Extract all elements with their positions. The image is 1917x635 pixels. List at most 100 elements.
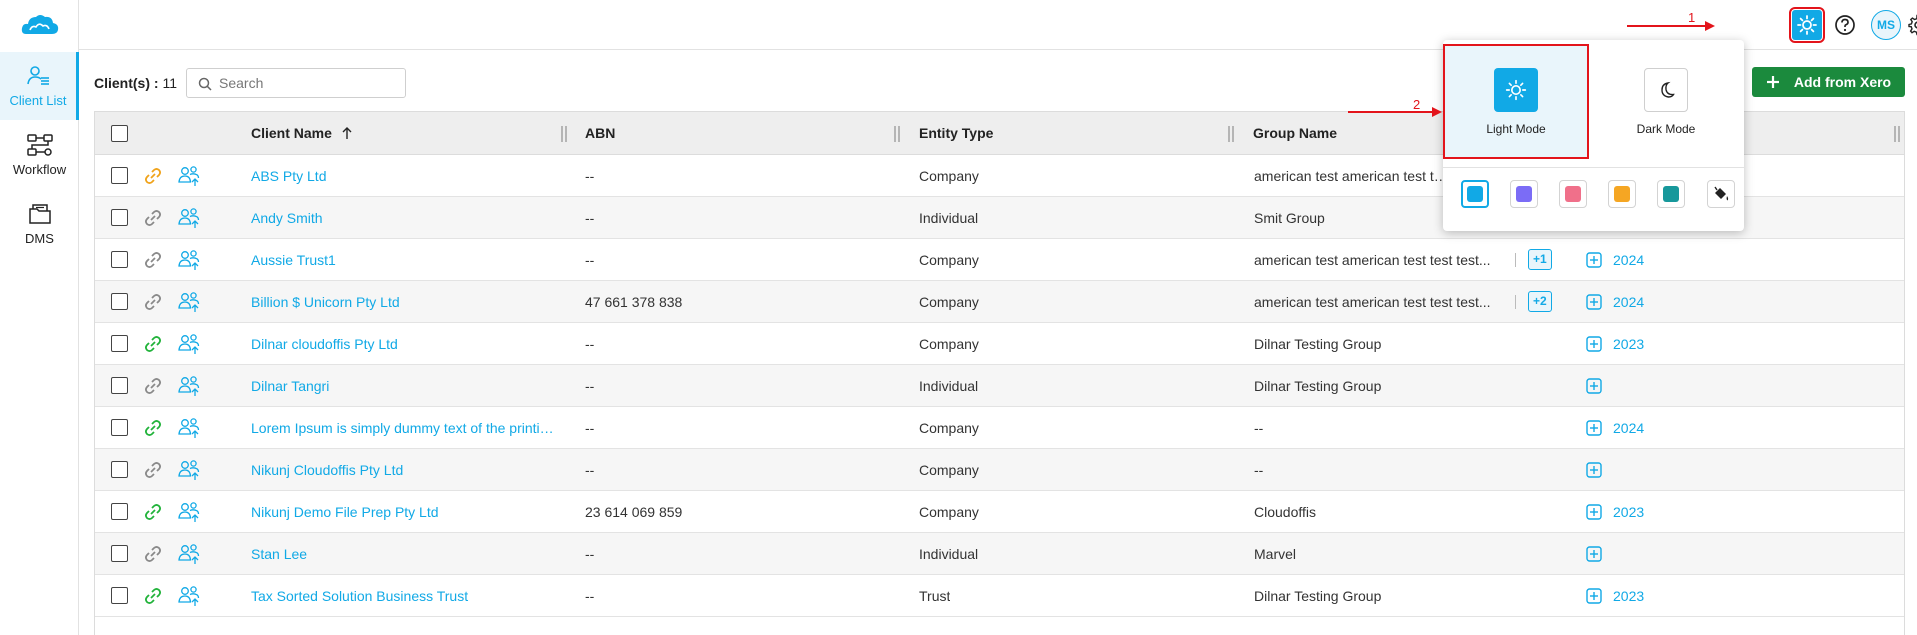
add-year-icon[interactable] xyxy=(1586,294,1602,315)
help-button[interactable] xyxy=(1830,10,1860,40)
workflow-icon xyxy=(26,133,53,156)
users-icon[interactable] xyxy=(177,333,201,360)
year-link[interactable]: 2024 xyxy=(1613,294,1644,310)
client-name-link[interactable]: Andy Smith xyxy=(251,210,561,226)
table-row[interactable]: Dilnar Tangri -- Individual Dilnar Testi… xyxy=(95,365,1904,407)
sidebar-item-dms[interactable]: DMS xyxy=(0,190,79,258)
users-icon[interactable] xyxy=(177,585,201,612)
year-link[interactable]: 2024 xyxy=(1613,252,1644,268)
column-header-abn[interactable]: ABN xyxy=(585,125,615,141)
row-checkbox[interactable] xyxy=(111,335,128,352)
link-icon[interactable] xyxy=(143,376,163,401)
more-groups-badge[interactable]: +1 xyxy=(1528,249,1552,270)
row-checkbox[interactable] xyxy=(111,377,128,394)
client-name-link[interactable]: Dilnar Tangri xyxy=(251,378,561,394)
column-header-entity-type[interactable]: Entity Type xyxy=(919,125,993,141)
client-name-link[interactable]: Tax Sorted Solution Business Trust xyxy=(251,588,561,604)
year-link[interactable]: 2024 xyxy=(1613,420,1644,436)
users-icon[interactable] xyxy=(177,165,201,192)
users-icon[interactable] xyxy=(177,459,201,486)
link-icon[interactable] xyxy=(143,586,163,611)
link-icon[interactable] xyxy=(143,292,163,317)
table-row[interactable]: Nikunj Cloudoffis Pty Ltd -- Company -- xyxy=(95,449,1904,491)
table-row[interactable]: Dilnar cloudoffis Pty Ltd -- Company Dil… xyxy=(95,323,1904,365)
users-icon[interactable] xyxy=(177,417,201,444)
custom-color-swatch[interactable] xyxy=(1707,180,1735,208)
link-icon[interactable] xyxy=(143,334,163,359)
row-checkbox[interactable] xyxy=(111,545,128,562)
color-swatch[interactable] xyxy=(1559,180,1587,208)
link-icon[interactable] xyxy=(143,544,163,569)
table-row[interactable]: Tax Sorted Solution Business Trust -- Tr… xyxy=(95,575,1904,617)
row-checkbox[interactable] xyxy=(111,293,128,310)
column-resizer[interactable] xyxy=(1894,126,1900,142)
search-input[interactable] xyxy=(219,73,399,93)
add-year-icon[interactable] xyxy=(1586,546,1602,567)
add-year-icon[interactable] xyxy=(1586,336,1602,357)
client-name-link[interactable]: Stan Lee xyxy=(251,546,561,562)
add-year-icon[interactable] xyxy=(1586,462,1602,483)
row-checkbox[interactable] xyxy=(111,461,128,478)
color-swatch[interactable] xyxy=(1657,180,1685,208)
color-swatch[interactable] xyxy=(1461,180,1489,208)
year-link[interactable]: 2023 xyxy=(1613,336,1644,352)
row-checkbox[interactable] xyxy=(111,503,128,520)
users-icon[interactable] xyxy=(177,207,201,234)
client-name-link[interactable]: Lorem Ipsum is simply dummy text of the … xyxy=(251,420,561,436)
client-name-link[interactable]: Nikunj Demo File Prep Pty Ltd xyxy=(251,504,561,520)
add-year-icon[interactable] xyxy=(1586,420,1602,441)
users-icon[interactable] xyxy=(177,291,201,318)
column-resizer[interactable] xyxy=(894,126,900,142)
link-icon[interactable] xyxy=(143,460,163,485)
app-logo[interactable] xyxy=(0,0,79,50)
gear-icon xyxy=(1908,14,1917,36)
table-row[interactable]: Stan Lee -- Individual Marvel xyxy=(95,533,1904,575)
sidebar-item-client-list[interactable]: Client List xyxy=(0,52,79,120)
users-icon[interactable] xyxy=(177,249,201,276)
user-avatar[interactable]: MS xyxy=(1871,10,1901,40)
color-swatch[interactable] xyxy=(1510,180,1538,208)
row-checkbox[interactable] xyxy=(111,587,128,604)
row-checkbox[interactable] xyxy=(111,419,128,436)
link-icon[interactable] xyxy=(143,502,163,527)
client-name-link[interactable]: Aussie Trust1 xyxy=(251,252,561,268)
link-icon[interactable] xyxy=(143,250,163,275)
search-box[interactable] xyxy=(186,68,406,98)
link-icon[interactable] xyxy=(143,208,163,233)
column-header-client-name[interactable]: Client Name xyxy=(251,125,352,141)
client-name-link[interactable]: ABS Pty Ltd xyxy=(251,168,561,184)
column-header-group-name[interactable]: Group Name xyxy=(1253,125,1337,141)
users-icon[interactable] xyxy=(177,501,201,528)
users-icon[interactable] xyxy=(177,375,201,402)
settings-button[interactable] xyxy=(1903,10,1917,40)
add-year-icon[interactable] xyxy=(1586,504,1602,525)
add-from-xero-button[interactable]: Add from Xero xyxy=(1752,67,1905,97)
light-mode-option[interactable]: Light Mode xyxy=(1443,44,1589,159)
link-icon[interactable] xyxy=(143,418,163,443)
table-row[interactable]: Billion $ Unicorn Pty Ltd 47 661 378 838… xyxy=(95,281,1904,323)
row-checkbox[interactable] xyxy=(111,251,128,268)
users-icon[interactable] xyxy=(177,543,201,570)
client-name-link[interactable]: Billion $ Unicorn Pty Ltd xyxy=(251,294,561,310)
table-row[interactable]: Aussie Trust1 -- Company american test a… xyxy=(95,239,1904,281)
add-year-icon[interactable] xyxy=(1586,378,1602,399)
table-row[interactable]: Nikunj Demo File Prep Pty Ltd 23 614 069… xyxy=(95,491,1904,533)
more-groups-badge[interactable]: +2 xyxy=(1528,291,1552,312)
theme-button[interactable] xyxy=(1789,7,1825,43)
year-link[interactable]: 2023 xyxy=(1613,504,1644,520)
client-name-link[interactable]: Dilnar cloudoffis Pty Ltd xyxy=(251,336,561,352)
dark-mode-option[interactable]: Dark Mode xyxy=(1593,44,1739,159)
add-year-icon[interactable] xyxy=(1586,588,1602,609)
client-name-link[interactable]: Nikunj Cloudoffis Pty Ltd xyxy=(251,462,561,478)
sidebar-item-workflow[interactable]: Workflow xyxy=(0,121,79,189)
table-row[interactable]: Lorem Ipsum is simply dummy text of the … xyxy=(95,407,1904,449)
column-resizer[interactable] xyxy=(561,126,567,142)
add-year-icon[interactable] xyxy=(1586,252,1602,273)
color-swatch[interactable] xyxy=(1608,180,1636,208)
column-resizer[interactable] xyxy=(1228,126,1234,142)
row-checkbox[interactable] xyxy=(111,167,128,184)
row-checkbox[interactable] xyxy=(111,209,128,226)
link-icon[interactable] xyxy=(143,166,163,191)
select-all-checkbox[interactable] xyxy=(111,125,128,142)
year-link[interactable]: 2023 xyxy=(1613,588,1644,604)
